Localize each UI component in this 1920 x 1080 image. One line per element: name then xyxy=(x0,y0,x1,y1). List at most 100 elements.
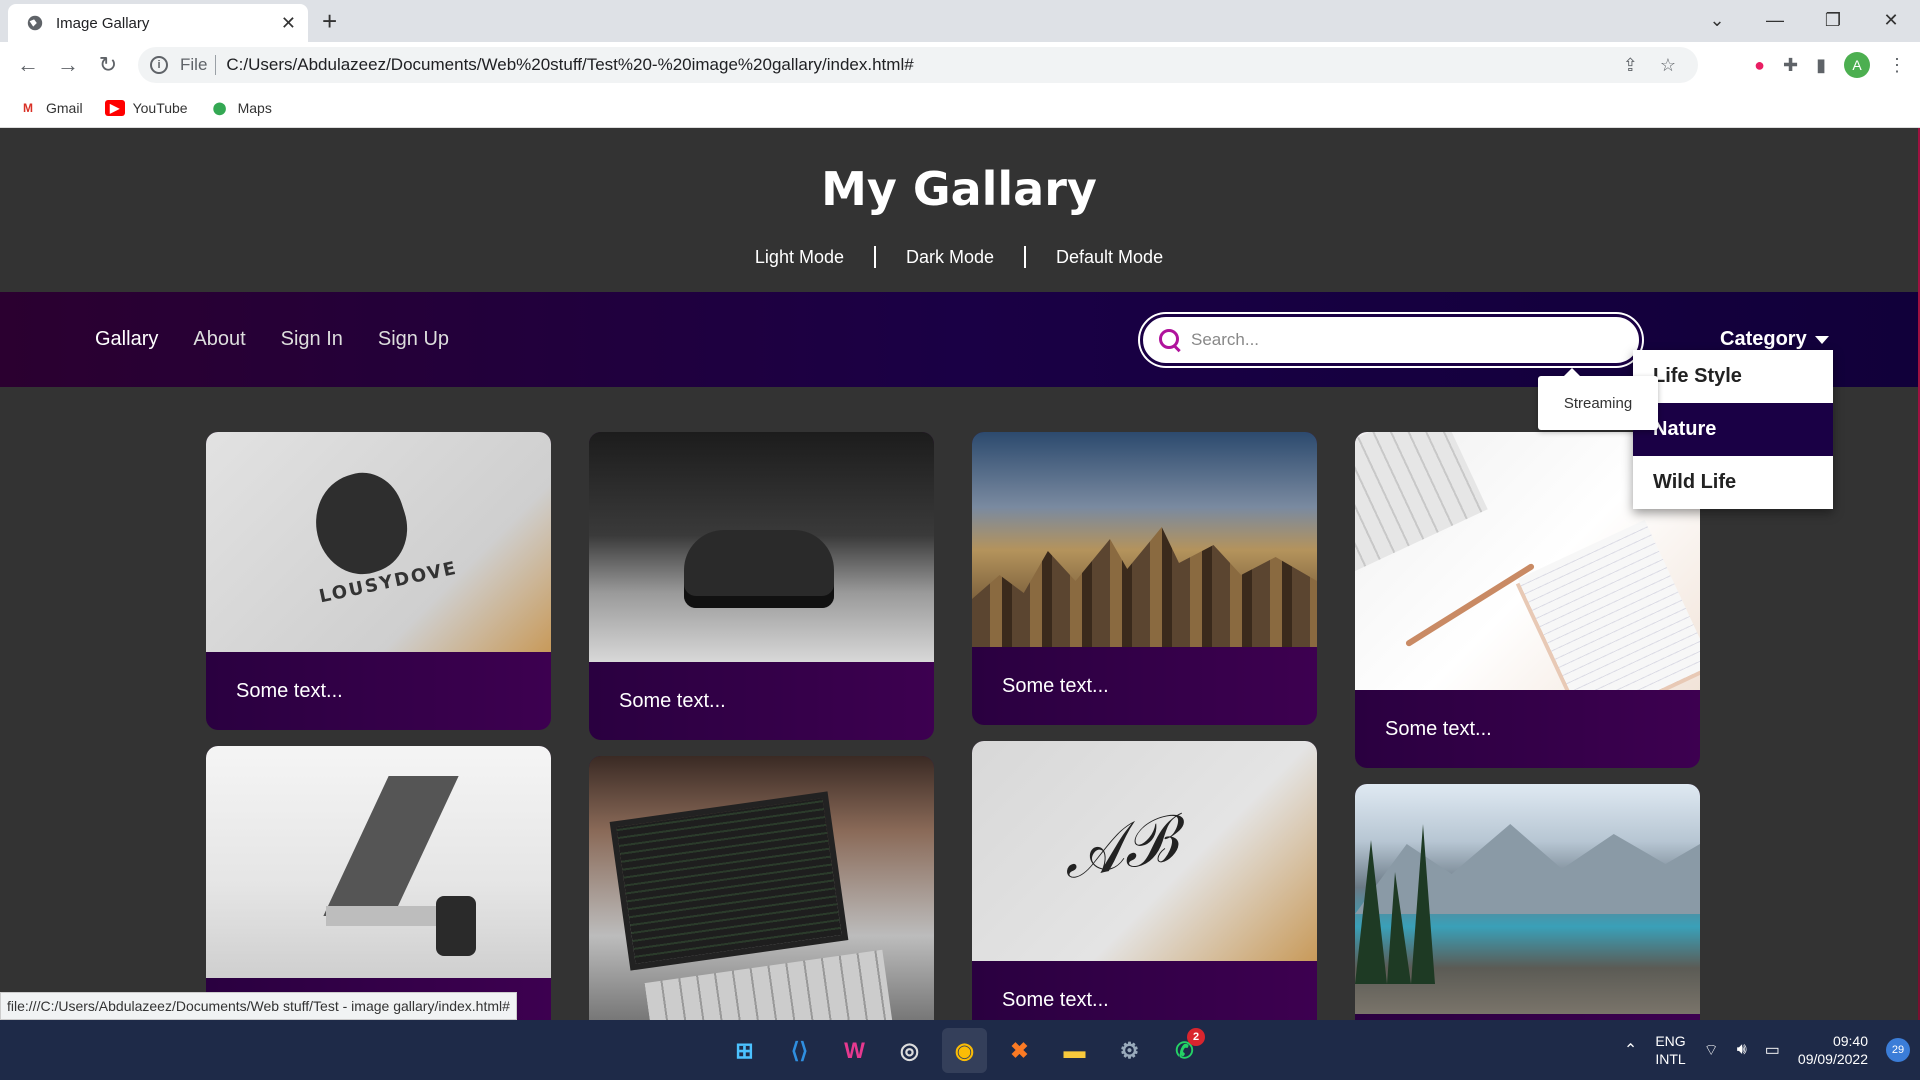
back-icon[interactable]: ← xyxy=(8,52,48,78)
new-tab-button[interactable]: + xyxy=(322,8,337,34)
bookmark-youtube[interactable]: ▶ YouTube xyxy=(104,99,188,116)
nav-about[interactable]: About xyxy=(193,328,245,351)
trees-shape xyxy=(1355,824,1435,984)
bookmarks-bar: M Gmail ▶ YouTube ⬤ Maps xyxy=(0,88,1920,128)
sports-car-image xyxy=(589,432,934,662)
category-label: Category xyxy=(1720,328,1807,350)
url-text[interactable]: C:/Users/Abdulazeez/Documents/Web%20stuf… xyxy=(226,55,1622,75)
extensions-area: ● ✚ ▮ A ⋮ xyxy=(1754,52,1906,78)
bookmark-label: Gmail xyxy=(46,99,83,116)
xampp-icon[interactable]: ✖ xyxy=(997,1028,1042,1073)
maps-icon: ⬤ xyxy=(212,100,227,115)
minimize-icon[interactable]: — xyxy=(1746,10,1804,31)
nav-sign-in[interactable]: Sign In xyxy=(281,328,343,351)
gallery-card[interactable] xyxy=(206,746,551,1020)
notebook-shape xyxy=(1517,519,1700,690)
nav-sign-up[interactable]: Sign Up xyxy=(378,328,449,351)
close-tab-icon[interactable]: ✕ xyxy=(281,13,296,34)
pen-shape xyxy=(1404,562,1536,648)
youtube-icon: ▶ xyxy=(104,99,125,116)
keyboard-shape xyxy=(1355,432,1488,573)
lousydove-logo-image: LOUSYDOVE xyxy=(206,432,551,652)
lens-cup-shape xyxy=(436,896,476,956)
menu-dots-icon[interactable]: ⋮ xyxy=(1888,55,1906,76)
browser-tab-bar: Image Gallary ✕ + ⌄ — ❐ ✕ xyxy=(0,0,1920,42)
card-caption: Some text... xyxy=(1002,988,1109,1011)
color-picker-extension-icon[interactable]: ● xyxy=(1754,55,1765,76)
browser-toolbar: ← → ↻ i File C:/Users/Abdulazeez/Documen… xyxy=(0,42,1920,88)
system-tray: ⌃ ENG INTL ⌔ 🔊︎ ▭ 09:40 09/09/2022 29 xyxy=(1624,1020,1910,1080)
windows-start-icon[interactable]: ⊞ xyxy=(722,1028,767,1073)
bookmark-label: YouTube xyxy=(132,99,188,116)
vscode-icon[interactable]: ⟨⟩ xyxy=(777,1028,822,1073)
nav-links: Gallary About Sign In Sign Up xyxy=(95,292,449,387)
chevron-up-icon[interactable]: ⌃ xyxy=(1624,1040,1637,1060)
clock-time: 09:40 xyxy=(1832,1033,1868,1049)
url-separator xyxy=(215,55,217,75)
light-mode-link[interactable]: Light Mode xyxy=(725,247,874,268)
bookmark-maps[interactable]: ⬤ Maps xyxy=(210,100,272,116)
bookmark-gmail[interactable]: M Gmail xyxy=(18,100,83,116)
language-indicator[interactable]: ENG INTL xyxy=(1655,1032,1685,1068)
streaming-tooltip: Streaming xyxy=(1538,368,1658,430)
side-panel-icon[interactable]: ▮ xyxy=(1816,55,1826,76)
signature-scribble: 𝒜ℬ xyxy=(1056,801,1182,895)
windows-taskbar: ⊞ ⟨⟩ W ◎ ◉ ✖ ▬ ⚙ ✆ 2 ⌃ ENG INTL ⌔ 🔊︎ ▭ 0… xyxy=(0,1020,1920,1080)
category-option-nature[interactable]: Nature xyxy=(1633,403,1833,456)
settings-icon[interactable]: ⚙ xyxy=(1107,1028,1152,1073)
laptop-desk-image xyxy=(206,746,551,978)
signature-image: 𝒜ℬ xyxy=(972,741,1317,961)
chrome-icon[interactable]: ◉ xyxy=(942,1028,987,1073)
bookmark-star-icon[interactable]: ☆ xyxy=(1660,55,1676,76)
wifi-icon[interactable]: ⌔ xyxy=(1704,1040,1719,1060)
address-bar[interactable]: i File C:/Users/Abdulazeez/Documents/Web… xyxy=(138,47,1698,83)
profile-avatar[interactable]: A xyxy=(1844,52,1870,78)
search-input[interactable] xyxy=(1191,330,1639,350)
card-caption: Some text... xyxy=(619,689,726,712)
laptop-shape xyxy=(323,776,459,916)
restore-icon[interactable]: ❐ xyxy=(1804,10,1862,31)
browser-tab[interactable]: Image Gallary ✕ xyxy=(8,4,308,42)
image-gallery: LOUSYDOVE Some text... Some text... Some… xyxy=(206,432,1700,1020)
search-icon xyxy=(1157,327,1183,353)
battery-icon[interactable]: ▭ xyxy=(1765,1040,1780,1060)
category-option-wild-life[interactable]: Wild Life xyxy=(1633,456,1833,509)
wamp-icon[interactable]: W xyxy=(832,1028,877,1073)
obs-icon[interactable]: ◎ xyxy=(887,1028,932,1073)
forward-icon[interactable]: → xyxy=(48,52,88,78)
gallery-card[interactable]: Some text... xyxy=(589,432,934,740)
info-icon[interactable]: i xyxy=(150,56,168,74)
gallery-card[interactable] xyxy=(1355,784,1700,1020)
close-window-icon[interactable]: ✕ xyxy=(1862,10,1920,31)
laptop-code-image xyxy=(589,756,934,1020)
gallery-card[interactable] xyxy=(589,756,934,1020)
nav-gallary[interactable]: Gallary xyxy=(95,328,158,351)
volume-icon[interactable]: 🔊︎ xyxy=(1737,1041,1747,1059)
gallery-card[interactable]: Some text... xyxy=(972,432,1317,725)
gallery-column: LOUSYDOVE Some text... xyxy=(206,432,551,1020)
taskbar-apps: ⊞ ⟨⟩ W ◎ ◉ ✖ ▬ ⚙ ✆ 2 xyxy=(722,1028,1207,1073)
share-icon[interactable]: ⇪ xyxy=(1623,55,1638,76)
web-page: My Gallary Light Mode Dark Mode Default … xyxy=(0,128,1918,1020)
dark-mode-link[interactable]: Dark Mode xyxy=(876,247,1024,268)
file-explorer-icon[interactable]: ▬ xyxy=(1052,1028,1097,1073)
category-option-life-style[interactable]: Life Style xyxy=(1633,350,1833,403)
window-controls: ⌄ — ❐ ✕ xyxy=(1688,0,1920,40)
skyscrapers-shape xyxy=(972,527,1317,647)
reload-icon[interactable]: ↻ xyxy=(88,52,128,78)
default-mode-link[interactable]: Default Mode xyxy=(1026,247,1193,268)
search-box[interactable] xyxy=(1140,314,1642,366)
mountain-lake-image xyxy=(1355,784,1700,1014)
gmail-icon: M xyxy=(23,100,33,115)
globe-icon xyxy=(27,15,43,31)
gallery-column: Some text... 𝒜ℬ Some text... xyxy=(972,432,1317,1020)
tab-search-icon[interactable]: ⌄ xyxy=(1688,10,1746,31)
notification-count-badge[interactable]: 29 xyxy=(1886,1038,1910,1062)
gallery-card[interactable]: 𝒜ℬ Some text... xyxy=(972,741,1317,1020)
whatsapp-icon[interactable]: ✆ 2 xyxy=(1162,1028,1207,1073)
site-title: My Gallary xyxy=(821,162,1097,216)
extensions-puzzle-icon[interactable]: ✚ xyxy=(1783,55,1798,76)
clock[interactable]: 09:40 09/09/2022 xyxy=(1798,1032,1868,1068)
keyboard-layout: INTL xyxy=(1655,1051,1686,1067)
gallery-card[interactable]: LOUSYDOVE Some text... xyxy=(206,432,551,730)
